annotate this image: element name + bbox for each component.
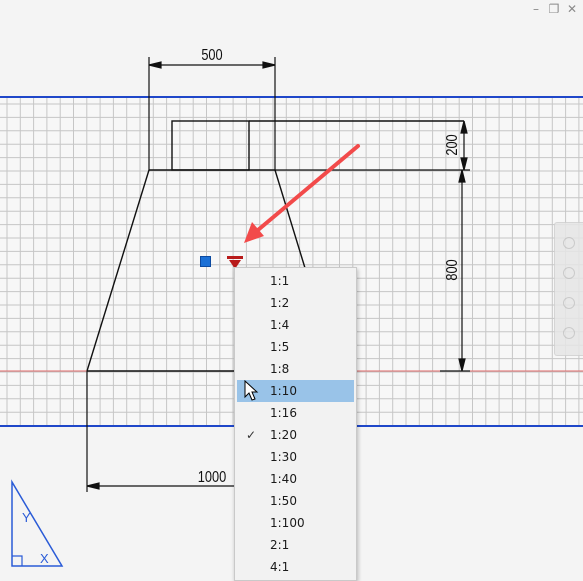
scale-option[interactable]: 1:1 [235, 270, 356, 292]
nav-dot-icon[interactable] [563, 297, 575, 309]
scale-option-label: 4:1 [270, 560, 290, 574]
scale-option[interactable]: 1:4 [235, 314, 356, 336]
scale-option-label: 1:30 [270, 450, 297, 464]
scale-option-label: 1:100 [270, 516, 305, 530]
scale-option-label: 2:1 [270, 538, 290, 552]
scale-option-label: 1:40 [270, 472, 297, 486]
scale-option-label: 1:10 [270, 384, 297, 398]
ucs-x-label: X [40, 551, 49, 566]
mouse-cursor-icon [244, 380, 259, 401]
scale-option[interactable]: 4:1 [235, 556, 356, 578]
nav-dot-icon[interactable] [563, 327, 575, 339]
dimension-text-1000: 1000 [198, 469, 226, 487]
scale-option[interactable]: 1:8 [235, 358, 356, 380]
scale-option-label: 1:1 [270, 274, 290, 288]
minimize-icon[interactable]: – [529, 2, 543, 16]
window-controls: – ❐ ✕ [529, 0, 579, 18]
ucs-y-label: Y [22, 510, 31, 525]
scale-option[interactable]: 1:30 [235, 446, 356, 468]
scale-option[interactable]: 2:1 [235, 534, 356, 556]
grip-handle-square[interactable] [200, 256, 211, 267]
ucs-icon: Y X [11, 479, 64, 567]
scale-option[interactable]: 1:5 [235, 336, 356, 358]
nav-dot-icon[interactable] [563, 237, 575, 249]
scale-option-label: 1:4 [270, 318, 290, 332]
scale-option-label: 1:8 [270, 362, 290, 376]
scale-option[interactable]: 1:2 [235, 292, 356, 314]
checkmark-icon: ✓ [245, 428, 257, 442]
scale-option[interactable]: 1:40 [235, 468, 356, 490]
dimension-text-500: 500 [201, 47, 222, 65]
scale-option[interactable]: ✓ 1:20 [235, 424, 356, 446]
scale-option-label: 1:50 [270, 494, 297, 508]
navigation-bar[interactable] [554, 222, 583, 356]
scale-option[interactable]: 1:50 [235, 490, 356, 512]
scale-dropdown-menu[interactable]: 1:1 1:2 1:4 1:5 1:8 1:10 1:16 ✓ 1:20 1:30 1:40 1:50… [234, 267, 357, 581]
dimension-text-800: 800 [444, 259, 462, 280]
scale-option-label: 1:20 [270, 428, 297, 442]
scale-option-label: 1:5 [270, 340, 290, 354]
scale-option[interactable]: 1:16 [235, 402, 356, 424]
scale-option-label: 1:16 [270, 406, 297, 420]
scale-option-label: 1:2 [270, 296, 290, 310]
restore-icon[interactable]: ❐ [547, 2, 561, 16]
nav-dot-icon[interactable] [563, 267, 575, 279]
close-icon[interactable]: ✕ [565, 2, 579, 16]
scale-option[interactable]: 1:100 [235, 512, 356, 534]
dimension-text-200: 200 [444, 134, 462, 155]
